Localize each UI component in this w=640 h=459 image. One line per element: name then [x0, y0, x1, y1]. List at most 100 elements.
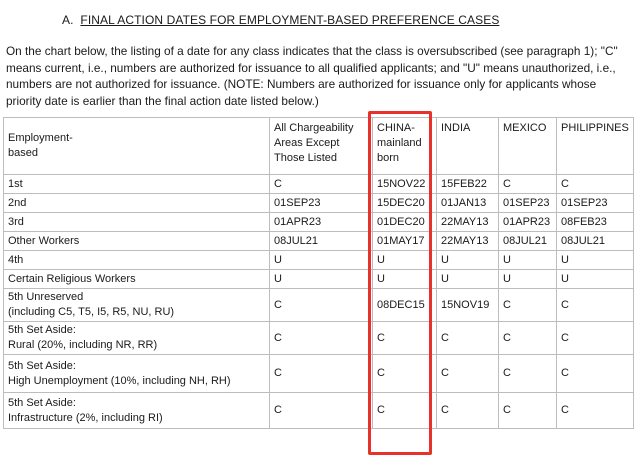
cell-philippines: C: [556, 392, 634, 429]
row-category: Certain Religious Workers: [3, 269, 270, 289]
cell-philippines: 08JUL21: [556, 231, 634, 251]
row-category: 1st: [3, 174, 270, 194]
cell-text-line: 5th Set Aside:: [8, 396, 76, 409]
cell-china: 01DEC20: [372, 212, 437, 232]
section-title: FINAL ACTION DATES FOR EMPLOYMENT-BASED …: [80, 13, 500, 27]
cell-mexico: U: [498, 269, 557, 289]
cell-all-chargeability: C: [269, 321, 373, 355]
row-category: 4th: [3, 250, 270, 270]
cell-all-chargeability: 08JUL21: [269, 231, 373, 251]
cell-all-chargeability: C: [269, 174, 373, 194]
cell-china: 08DEC15: [372, 288, 437, 322]
cell-text-line: Areas Except: [274, 137, 340, 149]
cell-text-line: MEXICO: [503, 122, 547, 134]
cell-philippines: 08FEB23: [556, 212, 634, 232]
row-category: 5th Set Aside: Rural (20%, including NR, …: [3, 321, 270, 355]
cell-text-line: 5th Unreserved: [8, 291, 84, 303]
cell-china: 15NOV22: [372, 174, 437, 194]
cell-india: 01JAN13: [436, 193, 499, 213]
header-philippines: PHILIPPINES: [556, 117, 634, 175]
row-category: 2nd: [3, 193, 270, 213]
cell-china: C: [372, 321, 437, 355]
cell-text-line: Those Listed: [274, 152, 337, 164]
cell-mexico: C: [498, 174, 557, 194]
row-category: 5th Set Aside: High Unemployment (10%, in…: [3, 354, 270, 393]
cell-philippines: C: [556, 288, 634, 322]
cell-mexico: U: [498, 250, 557, 270]
table-row: 5th Set Aside: High Unemployment (10%, in…: [3, 354, 634, 393]
cell-text-line: mainland: [377, 137, 422, 149]
cell-all-chargeability: U: [269, 250, 373, 270]
cell-text-line: (including C5, T5, I5, R5, NU, RU): [8, 306, 175, 318]
cell-china: C: [372, 354, 437, 393]
table-row: 5th Unreserved (including C5, T5, I5, R5,…: [3, 288, 634, 322]
header-mexico: MEXICO: [498, 117, 557, 175]
cell-text-line: 5th Set Aside:: [8, 324, 76, 336]
cell-all-chargeability: C: [269, 354, 373, 393]
cell-text-line: Certain Religious Workers: [8, 272, 136, 285]
cell-text-line: based: [8, 147, 38, 159]
cell-china: U: [372, 269, 437, 289]
cell-india: 15NOV19: [436, 288, 499, 322]
table-row: 4th U U U U U: [3, 250, 634, 270]
cell-philippines: C: [556, 354, 634, 393]
cell-all-chargeability: 01SEP23: [269, 193, 373, 213]
table-row: 5th Set Aside: Infrastructure (2%, includ…: [3, 392, 634, 429]
cell-text-line: 3rd: [8, 215, 24, 228]
cell-mexico: C: [498, 354, 557, 393]
row-category: 5th Unreserved (including C5, T5, I5, R5,…: [3, 288, 270, 322]
cell-text-line: 5th Set Aside:: [8, 359, 76, 372]
cell-text-line: PHILIPPINES: [561, 122, 629, 134]
header-india: INDIA: [436, 117, 499, 175]
cell-china: 01MAY17: [372, 231, 437, 251]
cell-philippines: U: [556, 269, 634, 289]
cell-text-line: 2nd: [8, 196, 27, 209]
cell-mexico: C: [498, 288, 557, 322]
cell-text-line: Other Workers: [8, 234, 80, 247]
cell-all-chargeability: C: [269, 392, 373, 429]
cell-text-line: Employment-: [8, 132, 73, 144]
cell-india: U: [436, 250, 499, 270]
cell-text-line: born: [377, 152, 400, 164]
header-category: Employment-based: [3, 117, 270, 175]
cell-mexico: C: [498, 392, 557, 429]
cell-philippines: C: [556, 174, 634, 194]
cell-text-line: CHINA-: [377, 122, 415, 134]
cell-text-line: INDIA: [441, 122, 471, 134]
cell-india: 15FEB22: [436, 174, 499, 194]
cell-text-line: All Chargeability: [274, 122, 354, 134]
cell-all-chargeability: C: [269, 288, 373, 322]
final-action-dates-table: Employment-based All Chargeability Areas E…: [3, 117, 634, 429]
cell-mexico: 08JUL21: [498, 231, 557, 251]
header-china: CHINA-mainland born: [372, 117, 437, 175]
cell-philippines: U: [556, 250, 634, 270]
cell-all-chargeability: 01APR23: [269, 212, 373, 232]
cell-philippines: 01SEP23: [556, 193, 634, 213]
cell-india: C: [436, 354, 499, 393]
cell-china: 15DEC20: [372, 193, 437, 213]
table-row: 3rd 01APR23 01DEC20 22MAY13 01APR23 08FEB23: [3, 212, 634, 232]
table-header-row: Employment-based All Chargeability Areas E…: [3, 117, 634, 175]
cell-india: 22MAY13: [436, 231, 499, 251]
table-row: Other Workers 08JUL21 01MAY17 22MAY13 08JUL2…: [3, 231, 634, 251]
row-category: 3rd: [3, 212, 270, 232]
cell-india: C: [436, 392, 499, 429]
row-category: Other Workers: [3, 231, 270, 251]
table-row: 2nd 01SEP23 15DEC20 01JAN13 01SEP23 01SEP23: [3, 193, 634, 213]
section-heading: A. FINAL ACTION DATES FOR EMPLOYMENT-BAS…: [62, 13, 499, 27]
cell-all-chargeability: U: [269, 269, 373, 289]
cell-mexico: C: [498, 321, 557, 355]
cell-india: 22MAY13: [436, 212, 499, 232]
cell-china: U: [372, 250, 437, 270]
cell-text-line: 1st: [8, 177, 23, 190]
cell-mexico: 01SEP23: [498, 193, 557, 213]
table-row: Certain Religious Workers U U U U U: [3, 269, 634, 289]
cell-china: C: [372, 392, 437, 429]
cell-india: U: [436, 269, 499, 289]
cell-india: C: [436, 321, 499, 355]
section-prefix: A.: [62, 13, 74, 27]
header-all-chargeability: All Chargeability Areas Except Those Liste…: [269, 117, 373, 175]
cell-mexico: 01APR23: [498, 212, 557, 232]
table-row: 5th Set Aside: Rural (20%, including NR, …: [3, 321, 634, 355]
cell-text-line: High Unemployment (10%, including NH, RH…: [8, 374, 231, 387]
